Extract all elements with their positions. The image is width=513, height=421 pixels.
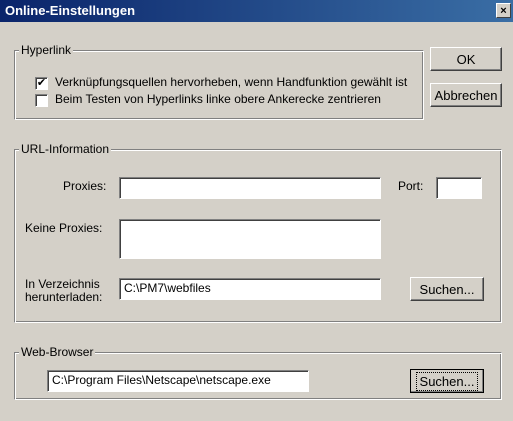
web-browser-legend: Web-Browser xyxy=(19,345,96,359)
port-label: Port: xyxy=(398,179,424,193)
port-input[interactable] xyxy=(436,177,482,199)
download-browse-label: Suchen... xyxy=(419,281,475,297)
close-button[interactable]: × xyxy=(496,3,511,18)
url-information-group: URL-Information Proxies: Port: Keine Pro… xyxy=(14,142,502,323)
web-browser-group: Web-Browser C:\Program Files\Netscape\ne… xyxy=(14,345,502,400)
ok-button[interactable]: OK xyxy=(430,47,502,71)
download-dir-label-line1: In Verzeichnis xyxy=(25,277,100,291)
ok-button-label: OK xyxy=(456,51,476,67)
proxies-input[interactable] xyxy=(119,177,381,199)
hyperlink-group: Hyperlink ✔ Verknüpfungsquellen hervorhe… xyxy=(14,43,424,120)
browser-browse-label: Suchen... xyxy=(415,371,479,391)
checkmark-icon: ✔ xyxy=(36,77,47,89)
download-dir-label: In Verzeichnis herunterladen: xyxy=(25,278,102,304)
cancel-button[interactable]: Abbrechen xyxy=(430,83,502,107)
center-anchor-label[interactable]: Beim Testen von Hyperlinks linke obere A… xyxy=(55,92,381,106)
no-proxies-input[interactable] xyxy=(119,219,381,259)
download-dir-label-line2: herunterladen: xyxy=(25,290,103,304)
hyperlink-legend: Hyperlink xyxy=(19,43,74,57)
proxies-label: Proxies: xyxy=(63,179,107,193)
cancel-button-label: Abbrechen xyxy=(434,87,498,103)
title-bar: Online-Einstellungen × xyxy=(0,0,513,22)
window-title: Online-Einstellungen xyxy=(5,3,136,18)
no-proxies-label: Keine Proxies: xyxy=(25,221,103,235)
download-dir-input[interactable]: C:\PM7\webfiles xyxy=(119,278,381,300)
center-anchor-checkbox[interactable] xyxy=(35,94,48,107)
highlight-sources-checkbox[interactable]: ✔ xyxy=(35,77,48,90)
browser-path-input[interactable]: C:\Program Files\Netscape\netscape.exe xyxy=(47,370,309,392)
close-icon: × xyxy=(500,5,507,17)
download-browse-button[interactable]: Suchen... xyxy=(410,277,484,301)
browser-browse-button[interactable]: Suchen... xyxy=(410,369,484,393)
highlight-sources-label[interactable]: Verknüpfungsquellen hervorheben, wenn Ha… xyxy=(55,75,407,89)
url-information-legend: URL-Information xyxy=(19,142,112,156)
